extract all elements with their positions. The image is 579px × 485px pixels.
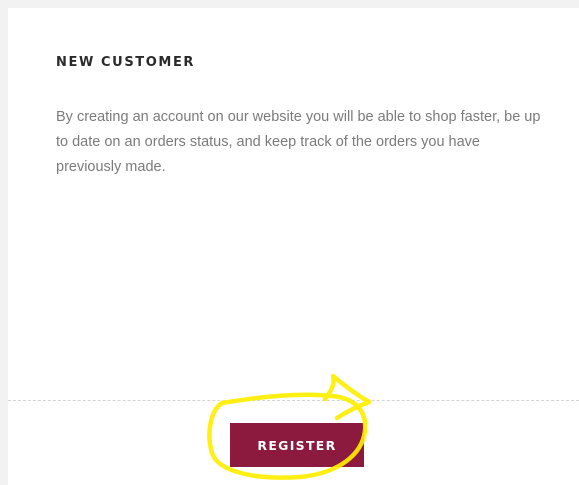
section-description: By creating an account on our website yo… [56, 109, 541, 175]
register-button[interactable]: REGISTER [230, 423, 364, 467]
section-divider [8, 400, 579, 401]
section-heading: NEW CUSTOMER [56, 55, 196, 70]
new-customer-panel: NEW CUSTOMER By creating an account on o… [8, 8, 579, 485]
